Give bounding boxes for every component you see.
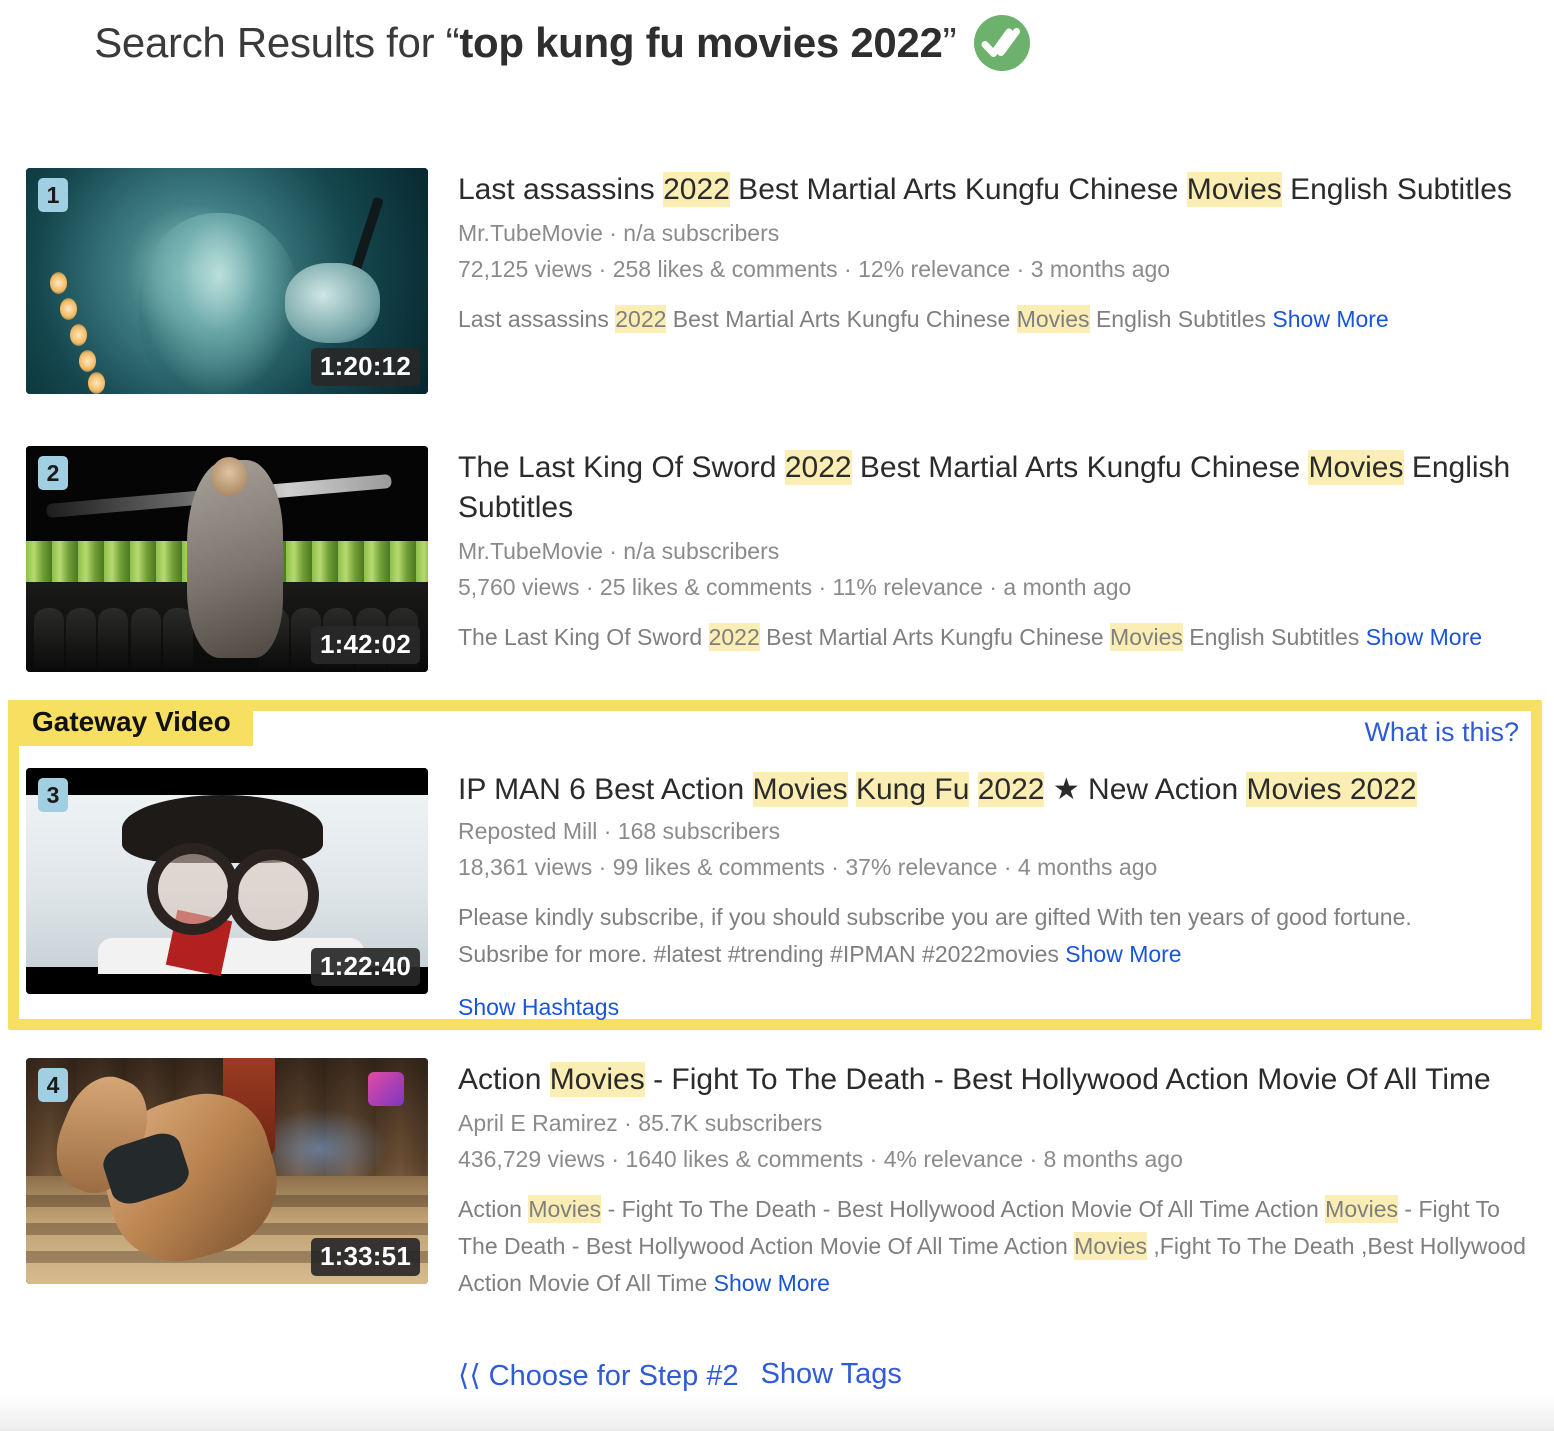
highlighted-term: Movies xyxy=(528,1194,602,1223)
video-duration: 1:42:02 xyxy=(310,626,420,664)
channel-line: Mr.TubeMovie · n/a subscribers xyxy=(458,537,780,564)
video-thumbnail[interactable]: 2 1:42:02 xyxy=(26,446,428,672)
video-thumbnail[interactable]: 1 1:20:12 xyxy=(26,168,428,394)
video-description: Please kindly subscribe, if you should s… xyxy=(458,903,1412,968)
video-title[interactable]: The Last King Of Sword 2022 Best Martial… xyxy=(458,448,1528,528)
show-more-link[interactable]: Show More xyxy=(1366,624,1482,650)
highlighted-term: Movies xyxy=(1325,1194,1399,1223)
video-description: Action Movies - Fight To The Death - Bes… xyxy=(458,1194,1526,1297)
show-more-link[interactable]: Show More xyxy=(1065,941,1181,967)
video-title[interactable]: Action Movies - Fight To The Death - Bes… xyxy=(458,1060,1533,1100)
gateway-video-badge: Gateway Video xyxy=(8,700,253,746)
choose-for-step-2-link[interactable]: ⟨⟨ Choose for Step #2 xyxy=(458,1358,739,1393)
video-thumbnail[interactable]: 3 1:22:40 xyxy=(26,768,428,994)
stats-line: 72,125 views · 258 likes & comments · 12… xyxy=(458,256,1171,283)
highlighted-term: Movies xyxy=(549,1062,645,1097)
video-description: Last assassins 2022 Best Martial Arts Ku… xyxy=(458,304,1389,333)
title-suffix: ” xyxy=(942,19,957,66)
stats-line: 5,760 views · 25 likes & comments · 11% … xyxy=(458,574,1132,601)
video-description: The Last King Of Sword 2022 Best Martial… xyxy=(458,622,1483,651)
search-results-page: Search Results for “top kung fu movies 2… xyxy=(0,0,1554,1431)
highlighted-term: 2022 xyxy=(708,622,760,651)
highlighted-term: Movies xyxy=(752,772,848,807)
highlighted-term: 2022 xyxy=(784,450,852,485)
channel-line: Mr.TubeMovie · n/a subscribers xyxy=(458,219,780,246)
show-tags-link[interactable]: Show Tags xyxy=(761,1358,902,1393)
double-check-icon xyxy=(974,15,1031,71)
channel-watermark-icon xyxy=(367,1071,404,1106)
page-title: Search Results for “top kung fu movies 2… xyxy=(26,0,956,115)
page-header: Search Results for “top kung fu movies 2… xyxy=(26,8,1031,78)
channel-line: April E Ramirez · 85.7K subscribers xyxy=(458,1109,823,1136)
search-result-item[interactable]: 1 1:20:12 Last assassins 2022 Best Marti… xyxy=(26,168,1528,394)
result-number-badge: 3 xyxy=(38,778,68,812)
bottom-fade xyxy=(0,1395,1554,1431)
highlighted-term: 2022 xyxy=(977,772,1045,807)
video-duration: 1:33:51 xyxy=(310,1238,420,1276)
show-more-link[interactable]: Show More xyxy=(1272,306,1388,332)
search-result-item[interactable]: 2 1:42:02 The Last King Of Sword 2022 Be… xyxy=(26,446,1528,672)
stats-line: 18,361 views · 99 likes & comments · 37%… xyxy=(458,854,1158,881)
result-number-badge: 2 xyxy=(38,456,68,490)
result-number-badge: 1 xyxy=(38,178,68,212)
result-number-badge: 4 xyxy=(38,1068,68,1102)
result-info: Last assassins 2022 Best Martial Arts Ku… xyxy=(458,168,1528,338)
video-title[interactable]: IP MAN 6 Best Action Movies Kung Fu 2022… xyxy=(458,770,1498,810)
highlighted-term: 2022 xyxy=(663,172,730,207)
title-prefix: Search Results for “ xyxy=(94,19,460,66)
video-duration: 1:22:40 xyxy=(310,948,420,986)
highlighted-term: Movies xyxy=(1110,622,1183,651)
result-info: Action Movies - Fight To The Death - Bes… xyxy=(458,1058,1533,1303)
stats-line: 436,729 views · 1640 likes & comments · … xyxy=(458,1146,1183,1173)
show-more-link[interactable]: Show More xyxy=(714,1270,830,1296)
search-query-text: top kung fu movies 2022 xyxy=(459,19,943,66)
what-is-this-link[interactable]: What is this? xyxy=(1364,717,1519,748)
highlighted-term: Movies xyxy=(1308,450,1404,485)
highlighted-term: Movies 2022 xyxy=(1246,772,1417,807)
show-hashtags-link[interactable]: Show Hashtags xyxy=(458,994,619,1020)
search-result-item-gateway[interactable]: 3 1:22:40 IP MAN 6 Best Action Movies Ku… xyxy=(26,768,1498,1027)
search-result-item[interactable]: 4 1:33:51 Action Movies - Fight To The D… xyxy=(26,1058,1533,1303)
video-duration: 1:20:12 xyxy=(310,348,420,386)
highlighted-term: Kung Fu xyxy=(855,772,970,807)
highlighted-term: 2022 xyxy=(615,304,667,333)
highlighted-term: Movies xyxy=(1074,1232,1148,1261)
channel-line: Reposted Mill · 168 subscribers xyxy=(458,817,781,844)
result-info: The Last King Of Sword 2022 Best Martial… xyxy=(458,446,1528,656)
video-title[interactable]: Last assassins 2022 Best Martial Arts Ku… xyxy=(458,170,1528,210)
footer-actions: ⟨⟨ Choose for Step #2 Show Tags xyxy=(458,1358,902,1393)
result-info: IP MAN 6 Best Action Movies Kung Fu 2022… xyxy=(458,768,1498,1027)
video-thumbnail[interactable]: 4 1:33:51 xyxy=(26,1058,428,1284)
highlighted-term: Movies xyxy=(1016,304,1090,333)
highlighted-term: Movies xyxy=(1186,172,1282,207)
